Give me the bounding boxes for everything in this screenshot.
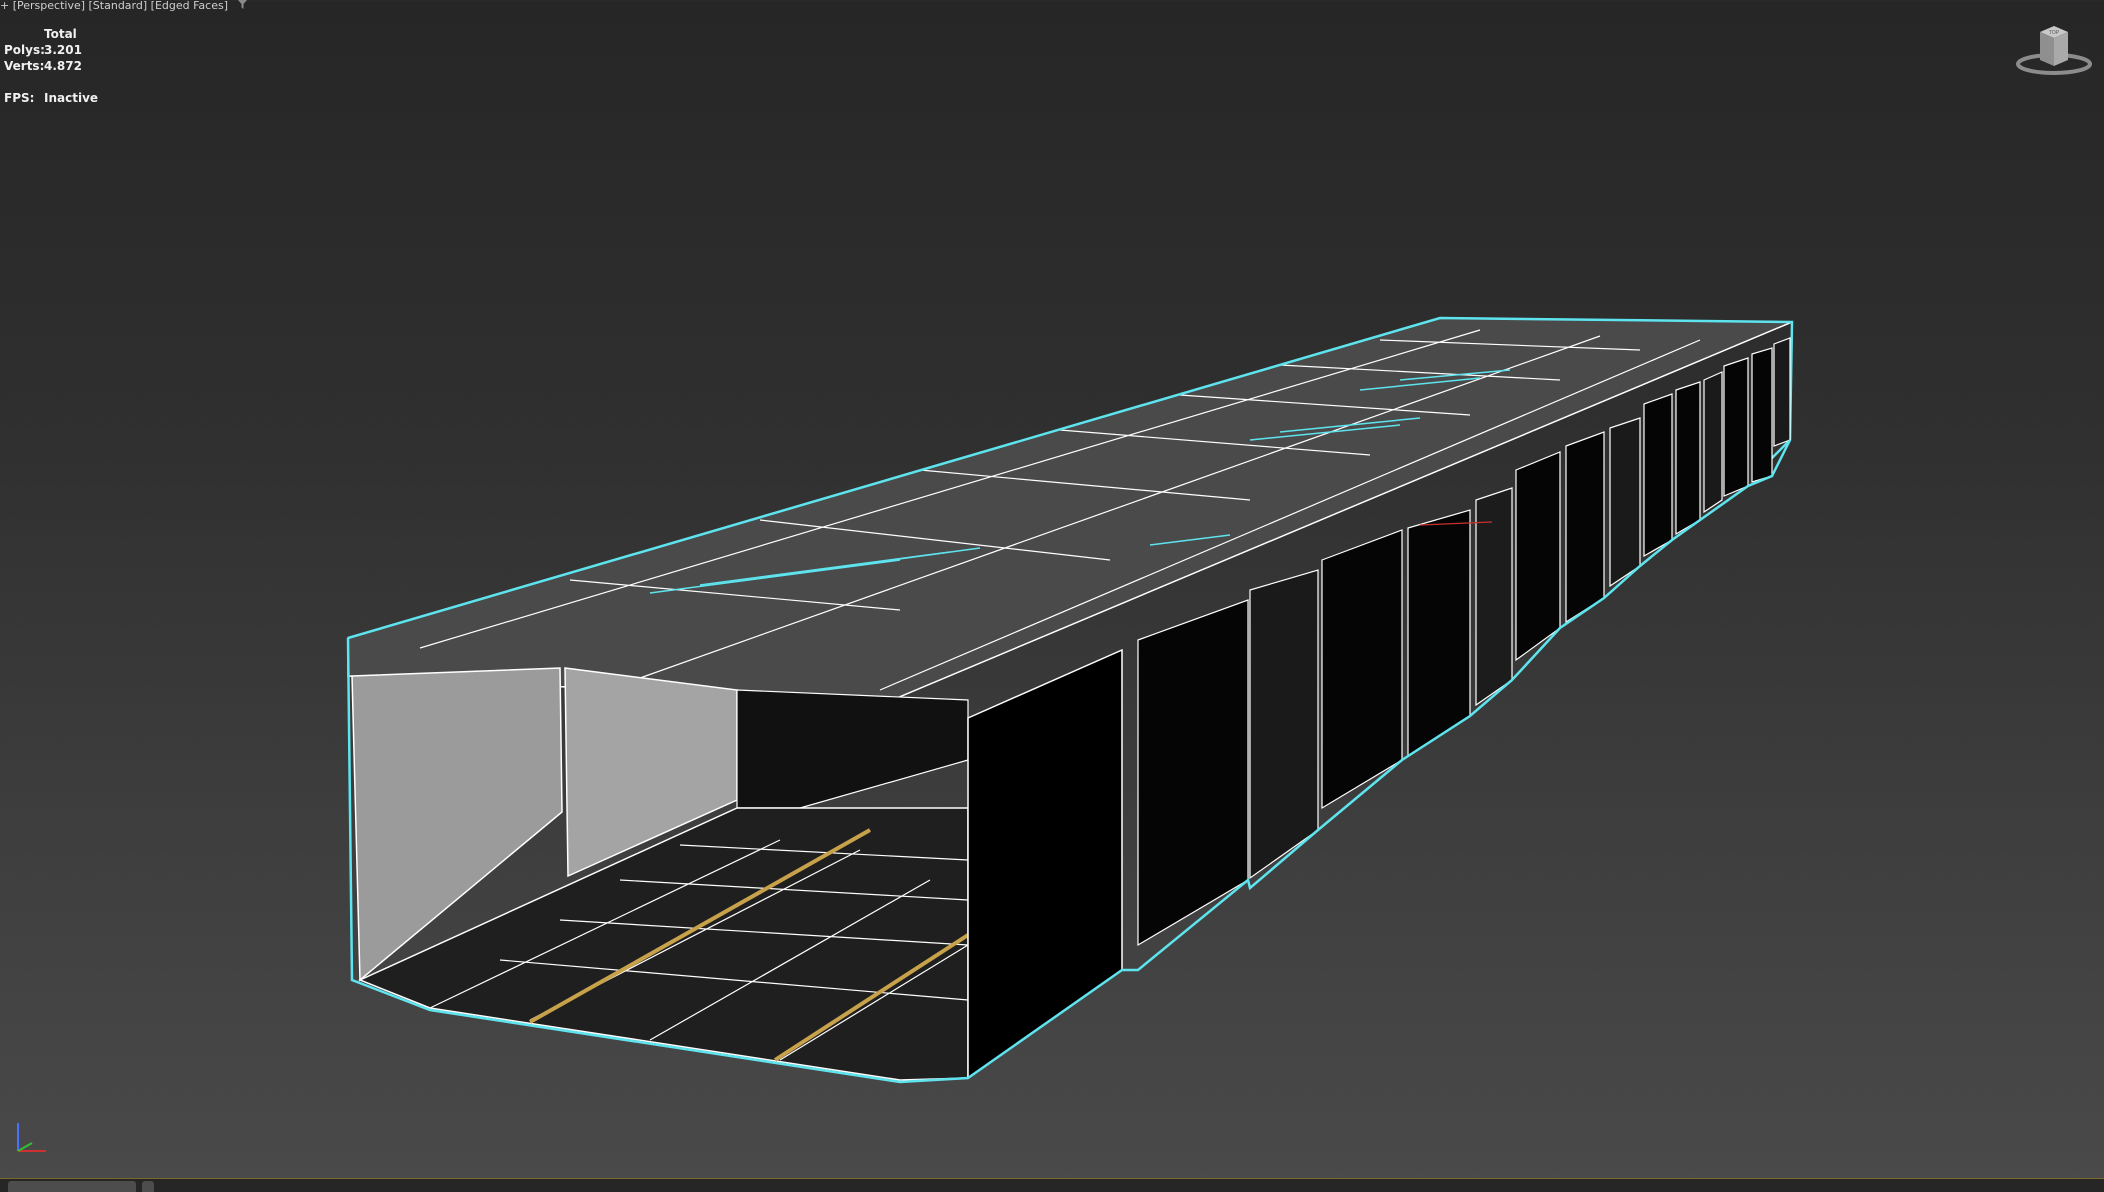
- near-column: [967, 648, 1123, 1080]
- perspective-viewport-scene[interactable]: [0, 0, 2104, 1191]
- time-slider-next-button[interactable]: [142, 1181, 154, 1192]
- time-slider[interactable]: [8, 1181, 136, 1192]
- back-wall: [736, 689, 969, 809]
- axis-tripod-icon: [17, 1123, 46, 1152]
- timeline-bar[interactable]: [0, 1178, 2104, 1192]
